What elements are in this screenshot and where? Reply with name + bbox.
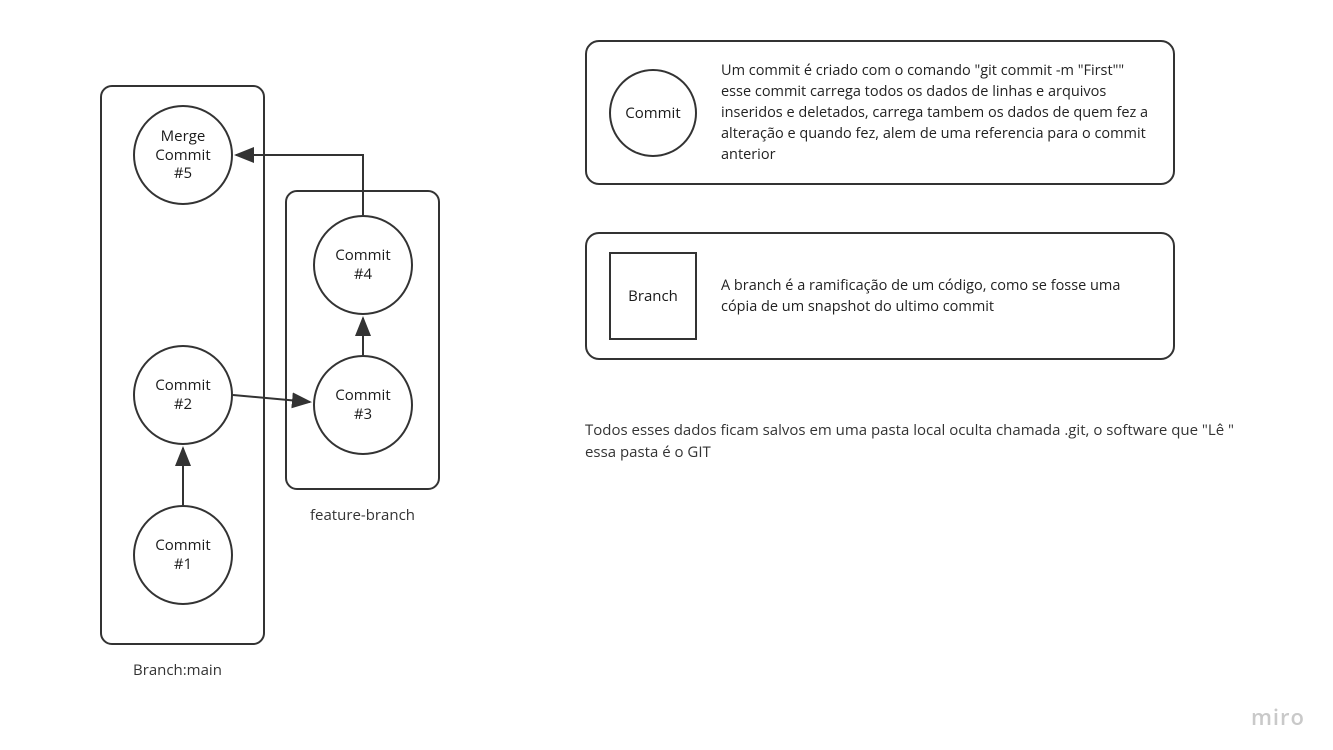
commit-2: Commit #2 [133, 345, 233, 445]
miro-watermark: miro [1251, 702, 1305, 732]
commit-4: Commit #4 [313, 215, 413, 315]
branch-feature-label: feature-branch [310, 505, 415, 525]
legend-branch-text: A branch é a ramificação de um código, c… [721, 275, 1151, 317]
diagram-canvas: Merge Commit #5 Commit #2 Commit #1 Comm… [0, 0, 1333, 750]
commit-3: Commit #3 [313, 355, 413, 455]
legend-commit-card: Commit Um commit é criado com o comando … [585, 40, 1175, 185]
commit-5-merge: Merge Commit #5 [133, 105, 233, 205]
footer-note: Todos esses dados ficam salvos em uma pa… [585, 420, 1245, 464]
commit-1: Commit #1 [133, 505, 233, 605]
legend-commit-icon: Commit [609, 69, 697, 157]
legend-branch-icon: Branch [609, 252, 697, 340]
legend-branch-card: Branch A branch é a ramificação de um có… [585, 232, 1175, 360]
legend-commit-text: Um commit é criado com o comando "git co… [721, 60, 1151, 165]
branch-main-label: Branch:main [133, 660, 222, 680]
